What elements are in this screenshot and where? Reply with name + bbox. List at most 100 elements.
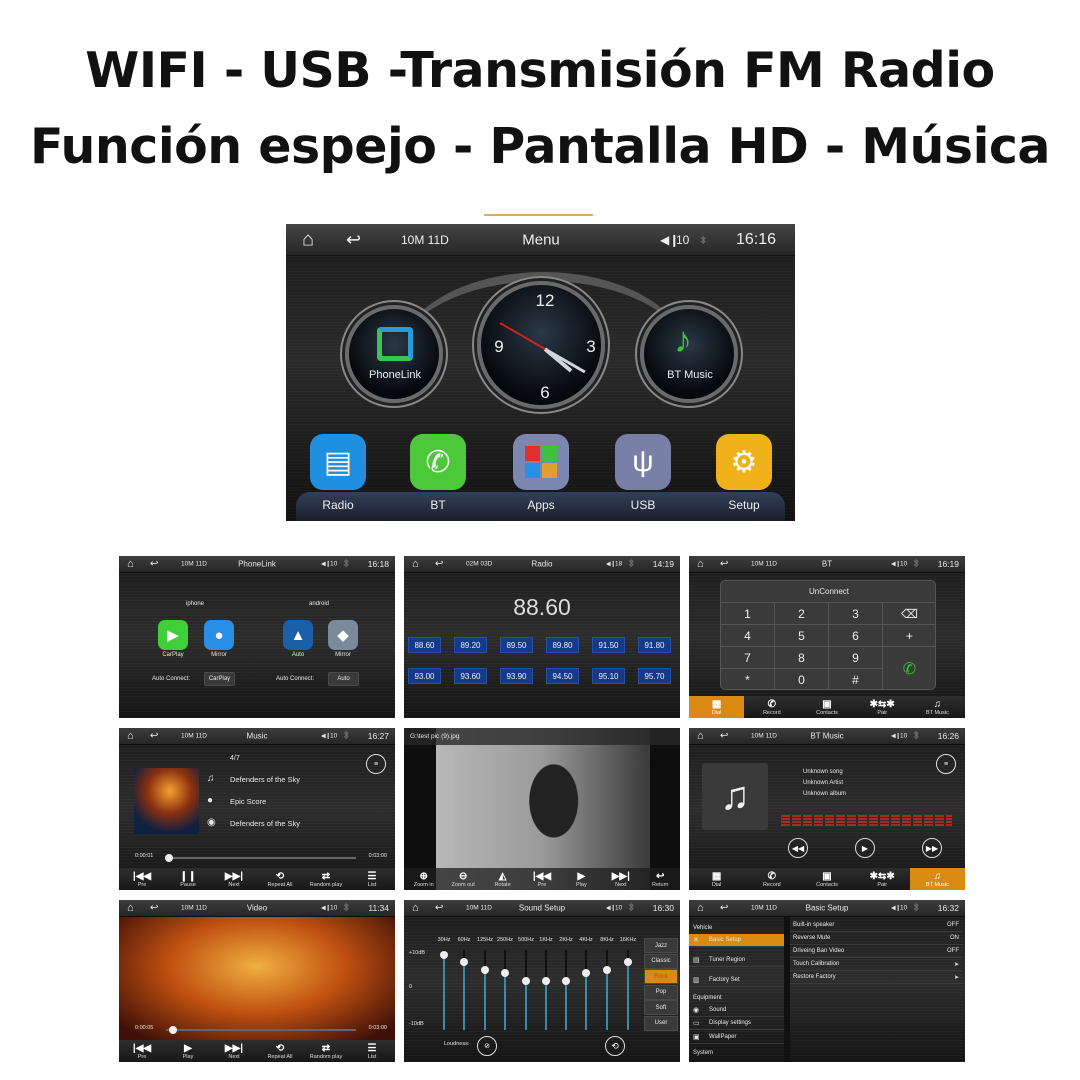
preset-user[interactable]: User (644, 1015, 678, 1031)
button-record[interactable]: ✆ Record (744, 696, 799, 718)
band-slider-thumb[interactable] (440, 950, 448, 959)
equalizer-button[interactable]: ≡ (366, 754, 386, 774)
band-slider-thumb[interactable] (562, 976, 570, 985)
button-pause[interactable]: ❙❙ Pause (165, 868, 211, 890)
equalizer-button[interactable]: ≡ (936, 754, 956, 774)
progress-track[interactable] (166, 857, 356, 859)
button-bt-music[interactable]: ♫ BT Music (910, 696, 965, 718)
button-list[interactable]: ☰ List (349, 868, 395, 890)
preset-button[interactable]: 89.20 (454, 637, 487, 653)
button-pre[interactable]: |◀◀ Pre (119, 1040, 165, 1062)
app-usb[interactable]: ψ (615, 434, 671, 490)
home-icon[interactable]: ⌂ (302, 228, 314, 251)
app-setup[interactable]: ⚙ (716, 434, 772, 490)
home-icon[interactable]: ⌂ (127, 730, 134, 742)
previous-button[interactable]: ◀◀ (788, 838, 808, 858)
back-icon[interactable]: ↩ (150, 903, 158, 914)
progress-thumb[interactable] (168, 1026, 177, 1034)
button-dial[interactable]: ▦ Dial (689, 868, 744, 890)
button-repeat-all[interactable]: ⟲ Repeat All (257, 868, 303, 890)
button-zoom-in[interactable]: ⊕ Zoom in (404, 868, 443, 890)
bt-music-widget[interactable]: ♪ BT Music (640, 305, 738, 403)
band-slider-thumb[interactable] (501, 969, 509, 978)
button-pair[interactable]: ✱⇆✱ Pair (855, 696, 910, 718)
setting-driveing-ban-video[interactable]: Driveing Ban Video OFF (790, 945, 962, 958)
back-icon[interactable]: ↩ (720, 903, 728, 914)
app-mirror[interactable]: ◆ (328, 620, 358, 650)
dial-key[interactable]: 4 (721, 625, 775, 647)
preset-button[interactable]: 93.90 (500, 668, 533, 684)
back-icon[interactable]: ↩ (435, 559, 443, 570)
auto-connect-button[interactable]: Auto (328, 672, 359, 686)
preset-button[interactable]: 95.70 (638, 668, 671, 684)
band-slider-thumb[interactable] (542, 976, 550, 985)
band-slider-thumb[interactable] (582, 969, 590, 978)
button-play[interactable]: ▶ Play (562, 868, 601, 890)
button-zoom-out[interactable]: ⊖ Zoom out (443, 868, 482, 890)
preset-classic[interactable]: Classic (644, 953, 678, 969)
preset-button[interactable]: 93.00 (408, 668, 441, 684)
band-slider-thumb[interactable] (460, 958, 468, 967)
phonelink-icon[interactable] (377, 327, 413, 361)
button-dial[interactable]: ▦ Dial (689, 696, 745, 718)
button-pre[interactable]: |◀◀ Pre (522, 868, 561, 890)
button-pair[interactable]: ✱⇆✱ Pair (855, 868, 910, 890)
button-random-play[interactable]: ⇄ Random play (303, 1040, 349, 1062)
back-icon[interactable]: ↩ (346, 229, 361, 250)
backspace-button[interactable]: ⌫ (883, 603, 935, 625)
preset-button[interactable]: 93.60 (454, 668, 487, 684)
app-radio[interactable]: ▤ (310, 434, 366, 490)
home-icon[interactable]: ⌂ (697, 902, 704, 914)
sidebar-item-display-settings[interactable]: ▭ Display settings (689, 1017, 784, 1030)
dial-key[interactable]: + (883, 625, 935, 647)
dial-key[interactable]: 5 (775, 625, 829, 647)
back-icon[interactable]: ↩ (720, 731, 728, 742)
home-icon[interactable]: ⌂ (412, 902, 419, 914)
sidebar-item-tuner-region[interactable]: ▤ Tuner Region (689, 954, 784, 967)
app-carplay[interactable]: ▶ (158, 620, 188, 650)
setting-restore-factory[interactable]: Restore Factory ➤ (790, 971, 962, 984)
call-button[interactable]: ✆ (883, 647, 935, 689)
preset-button[interactable]: 88.60 (408, 637, 441, 653)
button-list[interactable]: ☰ List (349, 1040, 395, 1062)
back-icon[interactable]: ↩ (435, 903, 443, 914)
progress-thumb[interactable] (164, 854, 173, 862)
app-mirror[interactable]: ● (204, 620, 234, 650)
reset-button[interactable]: ⟲ (605, 1036, 625, 1056)
progress-track[interactable] (166, 1029, 356, 1031)
preset-soft[interactable]: Soft (644, 1000, 678, 1015)
preset-button[interactable]: 91.80 (638, 637, 671, 653)
preset-button[interactable]: 89.50 (500, 637, 533, 653)
dial-key[interactable]: 2 (775, 603, 829, 625)
app-apps[interactable] (513, 434, 569, 490)
band-slider-thumb[interactable] (624, 958, 632, 967)
app-bt[interactable]: ✆ (410, 434, 466, 490)
button-record[interactable]: ✆ Record (744, 868, 799, 890)
loudness-toggle[interactable]: ⊘ (477, 1036, 497, 1056)
back-icon[interactable]: ↩ (150, 731, 158, 742)
preset-button[interactable]: 95.10 (592, 668, 625, 684)
sidebar-item-sound[interactable]: ◉ Sound (689, 1004, 784, 1017)
preset-jazz[interactable]: Jazz (644, 938, 678, 953)
app-auto[interactable]: ▲ (283, 620, 313, 650)
button-next[interactable]: ▶▶| Next (601, 868, 640, 890)
setting-touch-calibration[interactable]: Touch Calibration ➤ (790, 958, 962, 971)
button-pre[interactable]: |◀◀ Pre (119, 868, 165, 890)
sidebar-item-wallpaper[interactable]: ▣ WallPaper (689, 1031, 784, 1044)
dial-key[interactable]: 8 (775, 647, 829, 669)
home-icon[interactable]: ⌂ (127, 902, 134, 914)
button-play[interactable]: ▶ Play (165, 1040, 211, 1062)
preset-button[interactable]: 94.50 (546, 668, 579, 684)
dial-key[interactable]: 0 (775, 669, 829, 689)
band-slider-thumb[interactable] (481, 965, 489, 974)
sidebar-item-factory-set[interactable]: ▥ Factory Set (689, 974, 784, 987)
home-icon[interactable]: ⌂ (697, 730, 704, 742)
back-icon[interactable]: ↩ (150, 559, 158, 570)
home-icon[interactable]: ⌂ (127, 558, 134, 570)
next-button[interactable]: ▶▶ (922, 838, 942, 858)
button-rotate[interactable]: ◭ Rotate (483, 868, 522, 890)
back-icon[interactable]: ↩ (720, 559, 728, 570)
home-icon[interactable]: ⌂ (697, 558, 704, 570)
button-next[interactable]: ▶▶| Next (211, 1040, 257, 1062)
dial-key[interactable]: * (721, 669, 775, 689)
